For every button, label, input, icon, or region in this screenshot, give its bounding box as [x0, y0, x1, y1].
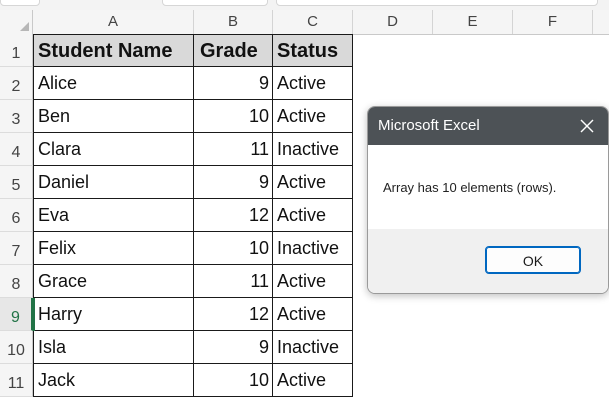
cell-status[interactable]: Inactive — [273, 133, 353, 166]
cell-grade[interactable]: 10 — [194, 232, 273, 265]
cell-student-name[interactable]: Clara — [33, 133, 194, 166]
cell-grade[interactable]: 9 — [194, 166, 273, 199]
cell-status[interactable]: Active — [273, 67, 353, 100]
cell-student-name[interactable]: Eva — [33, 199, 194, 232]
cell-grade[interactable]: 10 — [194, 364, 273, 397]
cell-student-name[interactable]: Isla — [33, 331, 194, 364]
formula-input-edge — [276, 0, 598, 6]
row-header-6[interactable]: 6 — [0, 199, 33, 232]
toolbar-edge — [162, 0, 268, 6]
select-all-triangle-icon — [20, 22, 29, 31]
message-box-dialog: Microsoft Excel Array has 10 elements (r… — [367, 106, 609, 294]
cell-student-name[interactable]: Felix — [33, 232, 194, 265]
cell-grade[interactable]: 11 — [194, 133, 273, 166]
cell-grade[interactable]: 12 — [194, 298, 273, 331]
row-header-7[interactable]: 7 — [0, 232, 33, 265]
cell-status[interactable]: Active — [273, 100, 353, 133]
dialog-title-bar[interactable]: Microsoft Excel — [368, 107, 608, 145]
column-header-c[interactable]: C — [273, 10, 353, 34]
cell-student-name[interactable]: Grace — [33, 265, 194, 298]
close-icon[interactable] — [574, 113, 600, 139]
cell-grade[interactable]: 9 — [194, 67, 273, 100]
excel-worksheet: A B C D E F 1 2 3 4 5 6 7 8 9 10 11 Stud… — [0, 0, 609, 401]
column-header-b[interactable]: B — [194, 10, 273, 34]
header-cell-student-name[interactable]: Student Name — [33, 34, 194, 67]
dialog-body: Array has 10 elements (rows). — [368, 145, 608, 229]
header-cell-status[interactable]: Status — [273, 34, 353, 67]
cell-student-name[interactable]: Alice — [33, 67, 194, 100]
cell-status[interactable]: Active — [273, 166, 353, 199]
cell-student-name[interactable]: Ben — [33, 100, 194, 133]
column-header-f[interactable]: F — [513, 10, 593, 34]
dialog-message: Array has 10 elements (rows). — [383, 180, 557, 195]
ok-button[interactable]: OK — [485, 246, 581, 274]
cell-status[interactable]: Inactive — [273, 232, 353, 265]
formula-bar-strip — [0, 0, 609, 10]
cell-student-name[interactable]: Harry — [33, 298, 194, 331]
cell-student-name[interactable]: Jack — [33, 364, 194, 397]
column-header-d[interactable]: D — [353, 10, 433, 34]
row-header-11[interactable]: 11 — [0, 364, 33, 397]
active-cell-indicator — [33, 298, 35, 331]
select-all-button[interactable] — [0, 10, 33, 34]
row-header-5[interactable]: 5 — [0, 166, 33, 199]
row-header-1[interactable]: 1 — [0, 34, 33, 67]
cell-student-name[interactable]: Daniel — [33, 166, 194, 199]
row-header-10[interactable]: 10 — [0, 331, 33, 364]
cell-grade[interactable]: 10 — [194, 100, 273, 133]
column-header-bar: A B C D E F — [0, 10, 609, 35]
name-box-edge — [0, 0, 40, 6]
cell-status[interactable]: Active — [273, 298, 353, 331]
column-header-e[interactable]: E — [433, 10, 513, 34]
cell-status[interactable]: Active — [273, 265, 353, 298]
row-header-4[interactable]: 4 — [0, 133, 33, 166]
cell-status[interactable]: Inactive — [273, 331, 353, 364]
cell-status[interactable]: Active — [273, 199, 353, 232]
column-header-a[interactable]: A — [33, 10, 194, 34]
cell-grade[interactable]: 11 — [194, 265, 273, 298]
dialog-footer: OK — [368, 229, 608, 293]
header-cell-grade[interactable]: Grade — [194, 34, 273, 67]
row-header-8[interactable]: 8 — [0, 265, 33, 298]
cell-grade[interactable]: 9 — [194, 331, 273, 364]
row-header-2[interactable]: 2 — [0, 67, 33, 100]
row-header-9[interactable]: 9 — [0, 298, 33, 331]
dialog-title: Microsoft Excel — [378, 117, 480, 134]
row-header-3[interactable]: 3 — [0, 100, 33, 133]
cell-status[interactable]: Active — [273, 364, 353, 397]
cell-grade[interactable]: 12 — [194, 199, 273, 232]
